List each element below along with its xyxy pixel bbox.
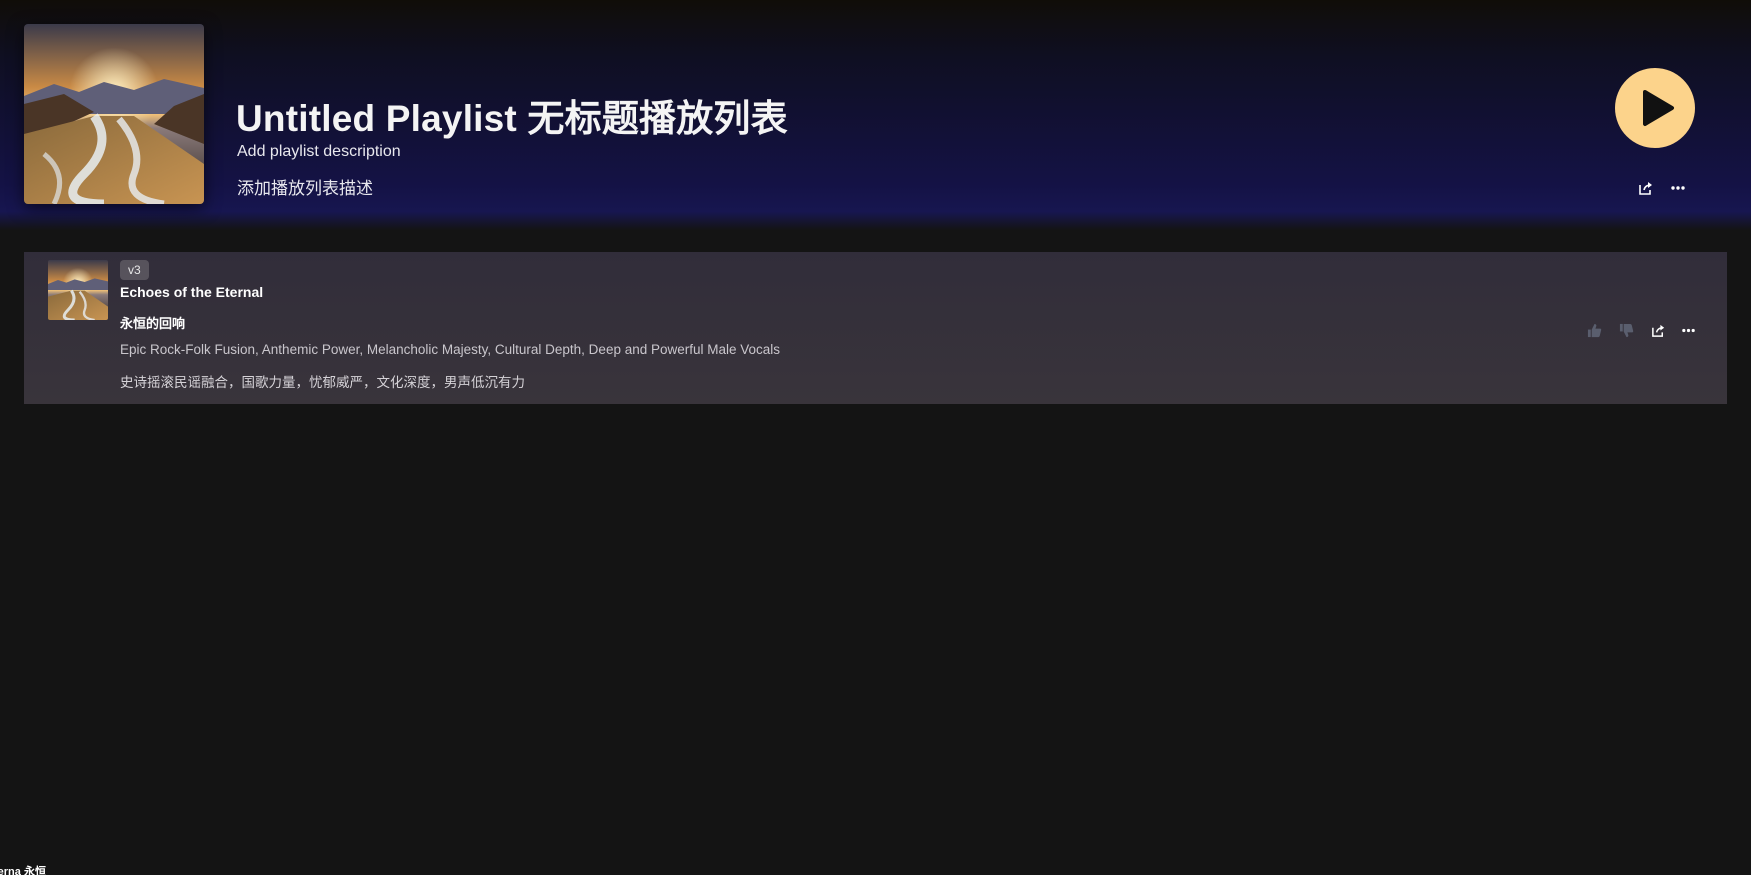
playlist-header: Untitled Playlist 无标题播放列表 Add playlist d… xyxy=(0,0,1751,230)
share-button[interactable] xyxy=(1636,178,1656,198)
share-icon xyxy=(1639,182,1652,195)
play-icon xyxy=(1643,90,1674,126)
song-style-tags-zh: 史诗摇滚民谣融合，国歌力量，忧郁威严，文化深度，男声低沉有力 xyxy=(120,375,525,390)
like-button[interactable] xyxy=(1584,320,1604,340)
song-share-button[interactable] xyxy=(1648,320,1668,340)
more-options-button[interactable] xyxy=(1668,178,1688,198)
playlist-cover-image[interactable] xyxy=(24,24,204,204)
play-button[interactable] xyxy=(1615,68,1695,148)
more-icon xyxy=(1671,186,1685,190)
dislike-button[interactable] xyxy=(1616,320,1636,340)
song-thumbnail[interactable] xyxy=(48,260,108,320)
playlist-description-zh[interactable]: 添加播放列表描述 xyxy=(237,174,373,199)
playlist-title[interactable]: Untitled Playlist 无标题播放列表 xyxy=(236,88,788,142)
song-title[interactable]: Echoes of the Eternal xyxy=(120,284,263,300)
song-row[interactable]: v3 Echoes of the Eternal 永恒的回响 Epic Rock… xyxy=(24,252,1727,404)
more-icon xyxy=(1681,328,1695,332)
share-icon xyxy=(1651,324,1664,337)
song-title-zh[interactable]: 永恒的回响 xyxy=(120,313,185,332)
song-more-options-button[interactable] xyxy=(1678,320,1698,340)
playlist-description-en[interactable]: Add playlist description xyxy=(237,143,401,161)
song-style-tags: Epic Rock-Folk Fusion, Anthemic Power, M… xyxy=(120,342,781,357)
version-badge: v3 xyxy=(120,260,149,280)
thumbs-up-icon xyxy=(1587,323,1601,337)
thumbs-down-icon xyxy=(1619,323,1633,337)
now-playing-text: terna 永恒 xyxy=(0,866,46,875)
